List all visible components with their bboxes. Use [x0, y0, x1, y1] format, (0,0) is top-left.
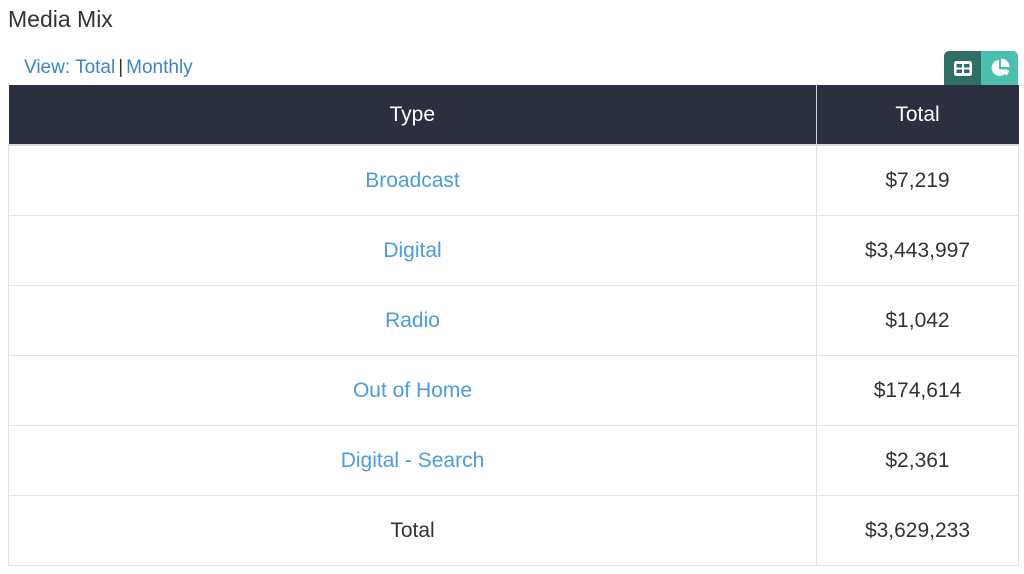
media-type-link[interactable]: Digital - Search	[341, 449, 485, 472]
view-monthly-link[interactable]: Monthly	[126, 57, 193, 78]
total-cell: $174,614	[816, 355, 1019, 426]
type-cell: Digital - Search	[8, 425, 817, 496]
widget-title: Media Mix	[8, 6, 113, 32]
view-total-link[interactable]: View: Total	[24, 57, 115, 78]
view-mode-toggle	[944, 51, 1018, 85]
total-cell: $2,361	[816, 425, 1019, 496]
total-cell: $7,219	[816, 144, 1019, 216]
table-view-button[interactable]	[944, 51, 981, 85]
column-header-total[interactable]: Total	[816, 85, 1019, 146]
table-row: Broadcast $7,219	[8, 144, 1019, 216]
view-separator: |	[118, 57, 124, 78]
media-type-link[interactable]: Out of Home	[353, 379, 472, 402]
table-row: Radio $1,042	[8, 285, 1019, 356]
type-cell: Out of Home	[8, 355, 817, 426]
type-cell: Digital	[8, 215, 817, 286]
table-row: Out of Home $174,614	[8, 355, 1019, 426]
view-total-label: Total	[75, 57, 116, 78]
total-cell: $3,443,997	[816, 215, 1019, 286]
media-type-link[interactable]: Broadcast	[365, 169, 460, 192]
grand-total-row: Total $3,629,233	[8, 495, 1019, 566]
pie-view-button[interactable]	[981, 51, 1018, 85]
column-header-type[interactable]: Type	[8, 85, 817, 146]
media-type-link[interactable]: Digital	[383, 239, 441, 262]
type-cell: Broadcast	[8, 144, 817, 216]
table-grid-icon	[953, 60, 972, 76]
grand-total-value: $3,629,233	[816, 495, 1019, 566]
view-selector: View: Total | Monthly	[24, 56, 193, 80]
total-cell: $1,042	[816, 285, 1019, 356]
table-row: Digital $3,443,997	[8, 215, 1019, 286]
media-type-link[interactable]: Radio	[385, 309, 440, 332]
media-mix-table: Type Total Broadcast $7,219 Digital $3,4…	[8, 85, 1019, 566]
grand-total-label: Total	[8, 495, 817, 566]
table-row: Digital - Search $2,361	[8, 425, 1019, 496]
table-header-row: Type Total	[8, 85, 1019, 146]
type-cell: Radio	[8, 285, 817, 356]
view-prefix: View:	[24, 57, 76, 78]
pie-chart-icon	[991, 58, 1009, 76]
